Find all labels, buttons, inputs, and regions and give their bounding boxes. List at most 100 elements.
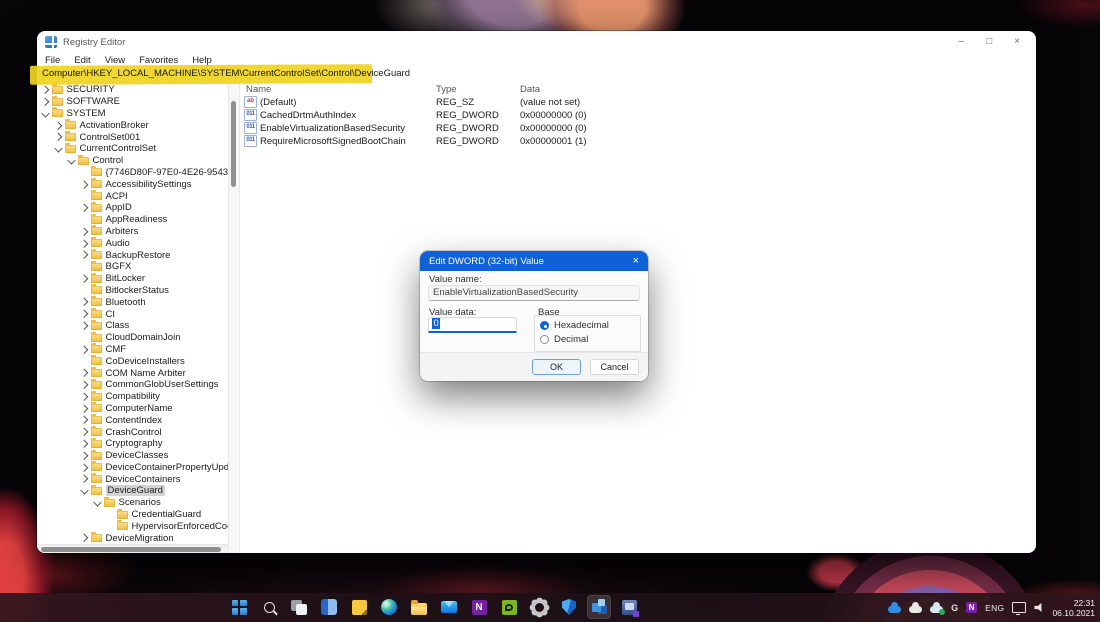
- chevron-icon[interactable]: [79, 392, 88, 401]
- chevron-icon[interactable]: [79, 463, 88, 472]
- tree-item-label[interactable]: SECURITY: [67, 84, 115, 95]
- tree-item[interactable]: AppReadiness: [37, 213, 228, 226]
- tree-item[interactable]: SYSTEM: [37, 107, 228, 120]
- tree-item[interactable]: Compatibility: [37, 390, 228, 403]
- tree-item[interactable]: AccessibilitySettings: [37, 178, 228, 190]
- value-name[interactable]: RequireMicrosoftSignedBootChain: [260, 136, 406, 147]
- tree-item[interactable]: CI: [37, 308, 228, 320]
- taskbar-clock[interactable]: 22:31 06.10.2021: [1052, 598, 1095, 618]
- chevron-icon[interactable]: [41, 108, 50, 117]
- title-bar[interactable]: Registry Editor – □ ×: [37, 31, 1036, 53]
- onenote-tray-icon[interactable]: N: [966, 602, 978, 613]
- tree-item[interactable]: Audio: [37, 237, 228, 249]
- chevron-icon[interactable]: [79, 404, 88, 413]
- tree-item-label[interactable]: CloudDomainJoin: [106, 332, 181, 343]
- tree-item-label[interactable]: {7746D80F-97E0-4E26-9543-: [106, 167, 229, 178]
- tree-item-label[interactable]: ComputerName: [106, 403, 173, 414]
- value-row[interactable]: (Default) REG_SZ (value not set): [240, 96, 1036, 109]
- decimal-option[interactable]: Decimal: [540, 334, 588, 345]
- radio-unchecked-icon[interactable]: [540, 335, 549, 344]
- cloud-icon[interactable]: [909, 602, 923, 613]
- tree-item-label[interactable]: BGFX: [106, 261, 132, 272]
- tree-item[interactable]: CrashControl: [37, 426, 228, 438]
- chevron-icon[interactable]: [79, 321, 88, 330]
- column-header-type[interactable]: Type: [436, 84, 520, 95]
- tree-item[interactable]: Arbiters: [37, 225, 228, 238]
- radio-checked-icon[interactable]: [540, 321, 549, 330]
- tree-item-label[interactable]: Cryptography: [106, 438, 163, 449]
- horizontal-scrollbar-thumb[interactable]: [41, 546, 221, 552]
- tree-item[interactable]: DeviceGuard: [37, 484, 228, 497]
- tree-item-label[interactable]: COM Name Arbiter: [106, 368, 186, 379]
- widgets-button[interactable]: [317, 595, 341, 619]
- g-app-icon[interactable]: G: [951, 603, 958, 613]
- chevron-icon[interactable]: [93, 498, 102, 506]
- chevron-icon[interactable]: [67, 156, 76, 164]
- settings-button[interactable]: [527, 595, 551, 619]
- chevron-icon[interactable]: [79, 239, 88, 248]
- tree-item[interactable]: BitlockerStatus: [37, 284, 228, 297]
- tree-item-label[interactable]: Scenarios: [119, 497, 161, 508]
- tree-item-label[interactable]: ContentIndex: [106, 415, 163, 426]
- tree-item-label[interactable]: CoDeviceInstallers: [106, 356, 185, 367]
- tree-item[interactable]: DeviceContainers: [37, 473, 228, 485]
- tree-item[interactable]: {7746D80F-97E0-4E26-9543-: [37, 166, 229, 179]
- tree-item-label[interactable]: CMF: [106, 344, 127, 355]
- chevron-icon[interactable]: [54, 144, 63, 153]
- maximize-button[interactable]: □: [986, 37, 992, 47]
- vertical-scrollbar-thumb[interactable]: [231, 101, 236, 187]
- tree-item-label[interactable]: Control: [93, 155, 124, 166]
- remote-app-button[interactable]: [617, 595, 641, 619]
- tree-item-label[interactable]: DeviceContainerPropertyUpd: [106, 462, 229, 473]
- menu-file[interactable]: File: [38, 55, 67, 66]
- tree-item[interactable]: Control: [37, 154, 228, 167]
- chevron-icon[interactable]: [79, 251, 88, 259]
- tree-item-label[interactable]: CommonGlobUserSettings: [106, 379, 219, 390]
- chevron-icon[interactable]: [79, 274, 88, 283]
- tree-item-label[interactable]: DeviceGuard: [105, 485, 165, 497]
- chevron-icon[interactable]: [79, 451, 88, 460]
- address-bar[interactable]: Computer\HKEY_LOCAL_MACHINE\SYSTEM\Curre…: [29, 64, 1036, 85]
- start-button[interactable]: [227, 595, 251, 619]
- tree-item[interactable]: Class: [37, 319, 228, 332]
- network-display-icon[interactable]: [1012, 602, 1027, 615]
- chevron-icon[interactable]: [79, 310, 88, 318]
- tree-item-label[interactable]: Bluetooth: [106, 297, 146, 308]
- search-button[interactable]: [257, 595, 281, 619]
- tree-horizontal-scrollbar[interactable]: [37, 544, 228, 553]
- tree-item[interactable]: Bluetooth: [37, 296, 228, 308]
- tree-item[interactable]: Scenarios: [37, 496, 228, 509]
- chevron-icon[interactable]: [79, 369, 88, 377]
- menu-favorites[interactable]: Favorites: [132, 55, 185, 66]
- chevron-icon[interactable]: [53, 121, 62, 130]
- tree-item[interactable]: DeviceContainerPropertyUpd: [37, 461, 229, 474]
- cloud-sync-icon[interactable]: [930, 602, 946, 615]
- tree-item[interactable]: CredentialGuard: [37, 508, 228, 521]
- tree-item[interactable]: ControlSet001: [37, 131, 228, 143]
- ok-button[interactable]: OK: [532, 359, 581, 375]
- tree-item-label[interactable]: ACPI: [106, 191, 128, 202]
- tree-item[interactable]: SOFTWARE: [37, 95, 228, 108]
- value-name[interactable]: EnableVirtualizationBasedSecurity: [260, 123, 405, 134]
- hexadecimal-option[interactable]: Hexadecimal: [540, 320, 609, 331]
- tree-item-label[interactable]: SYSTEM: [67, 108, 106, 119]
- tree-item[interactable]: SECURITY: [37, 83, 228, 96]
- tree-item[interactable]: CMF: [37, 343, 228, 356]
- tree-item-label[interactable]: AccessibilitySettings: [106, 179, 192, 190]
- close-button[interactable]: ×: [1014, 37, 1020, 47]
- volume-icon[interactable]: [1034, 603, 1042, 612]
- tree-item[interactable]: CoDeviceInstallers: [37, 355, 228, 367]
- tree-item-label[interactable]: Audio: [106, 238, 130, 249]
- value-row[interactable]: CachedDrtmAuthIndex REG_DWORD 0x00000000…: [240, 109, 1036, 122]
- onenote-button[interactable]: [467, 595, 491, 619]
- chevron-icon[interactable]: [79, 380, 88, 389]
- mail-button[interactable]: [437, 595, 461, 619]
- chevron-icon[interactable]: [79, 428, 88, 436]
- nvidia-button[interactable]: [497, 595, 521, 619]
- chevron-icon[interactable]: [40, 97, 49, 106]
- column-header-data[interactable]: Data: [520, 84, 1036, 95]
- tree-item-label[interactable]: Arbiters: [106, 226, 139, 237]
- tree-item-label[interactable]: CI: [106, 309, 116, 320]
- tree-item[interactable]: Cryptography: [37, 437, 228, 450]
- value-row[interactable]: RequireMicrosoftSignedBootChain REG_DWOR…: [240, 135, 1036, 148]
